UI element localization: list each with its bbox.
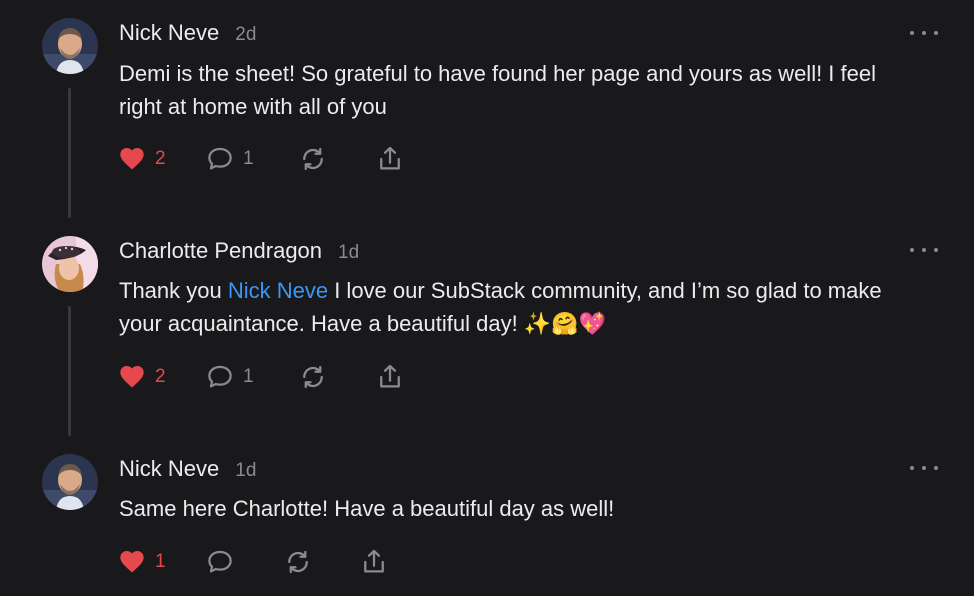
user-avatar-nick-icon bbox=[42, 18, 98, 74]
like-count: 1 bbox=[155, 551, 166, 572]
user-avatar-charlotte-icon bbox=[42, 236, 98, 292]
more-options-icon[interactable] bbox=[910, 27, 938, 39]
comment-header: Charlotte Pendragon 1d bbox=[119, 238, 359, 264]
heart-icon bbox=[120, 551, 144, 573]
speech-bubble-icon bbox=[208, 147, 232, 170]
reply-button[interactable]: 1 bbox=[205, 362, 254, 392]
comment-thread: Nick Neve 2d Demi is the sheet! So grate… bbox=[0, 0, 974, 596]
comment-body: Thank you Nick Neve I love our SubStack … bbox=[119, 274, 919, 340]
share-button[interactable] bbox=[375, 362, 405, 392]
author-name[interactable]: Nick Neve bbox=[119, 456, 219, 482]
mention-link[interactable]: Nick Neve bbox=[228, 278, 328, 303]
more-options-icon[interactable] bbox=[910, 462, 938, 474]
user-avatar-nick-icon bbox=[42, 454, 98, 510]
like-button[interactable]: 1 bbox=[117, 547, 166, 577]
reply-count: 1 bbox=[243, 366, 254, 387]
avatar[interactable] bbox=[42, 18, 98, 74]
share-button[interactable] bbox=[359, 547, 389, 577]
timestamp[interactable]: 1d bbox=[338, 242, 359, 264]
restack-icon bbox=[288, 550, 308, 574]
timestamp[interactable]: 1d bbox=[235, 460, 256, 482]
avatar[interactable] bbox=[42, 454, 98, 510]
comment-text: Thank you bbox=[119, 278, 228, 303]
comment-body: Same here Charlotte! Have a beautiful da… bbox=[119, 496, 615, 521]
speech-bubble-icon bbox=[208, 365, 232, 388]
share-icon bbox=[364, 549, 384, 573]
reply-button[interactable]: 1 bbox=[205, 144, 254, 174]
timestamp[interactable]: 2d bbox=[235, 24, 256, 46]
heart-icon bbox=[120, 148, 144, 170]
heart-icon bbox=[120, 366, 144, 388]
restack-button[interactable] bbox=[283, 547, 313, 577]
like-button[interactable]: 2 bbox=[117, 144, 166, 174]
restack-icon bbox=[303, 365, 323, 389]
reply-button[interactable] bbox=[205, 547, 235, 577]
more-options-icon[interactable] bbox=[910, 244, 938, 256]
share-button[interactable] bbox=[375, 144, 405, 174]
speech-bubble-icon bbox=[208, 550, 232, 573]
share-icon bbox=[380, 364, 400, 388]
author-name[interactable]: Nick Neve bbox=[119, 20, 219, 46]
share-icon bbox=[380, 146, 400, 170]
reply-count: 1 bbox=[243, 148, 254, 169]
like-count: 2 bbox=[155, 148, 166, 169]
comment-header: Nick Neve 2d bbox=[119, 20, 256, 46]
avatar[interactable] bbox=[42, 236, 98, 292]
like-button[interactable]: 2 bbox=[117, 362, 166, 392]
author-name[interactable]: Charlotte Pendragon bbox=[119, 238, 322, 264]
restack-icon bbox=[303, 147, 323, 171]
restack-button[interactable] bbox=[298, 144, 328, 174]
thread-line bbox=[68, 88, 71, 218]
comment-header: Nick Neve 1d bbox=[119, 456, 256, 482]
thread-line bbox=[68, 306, 71, 436]
like-count: 2 bbox=[155, 366, 166, 387]
comment-body: Demi is the sheet! So grateful to have f… bbox=[119, 61, 877, 119]
restack-button[interactable] bbox=[298, 362, 328, 392]
